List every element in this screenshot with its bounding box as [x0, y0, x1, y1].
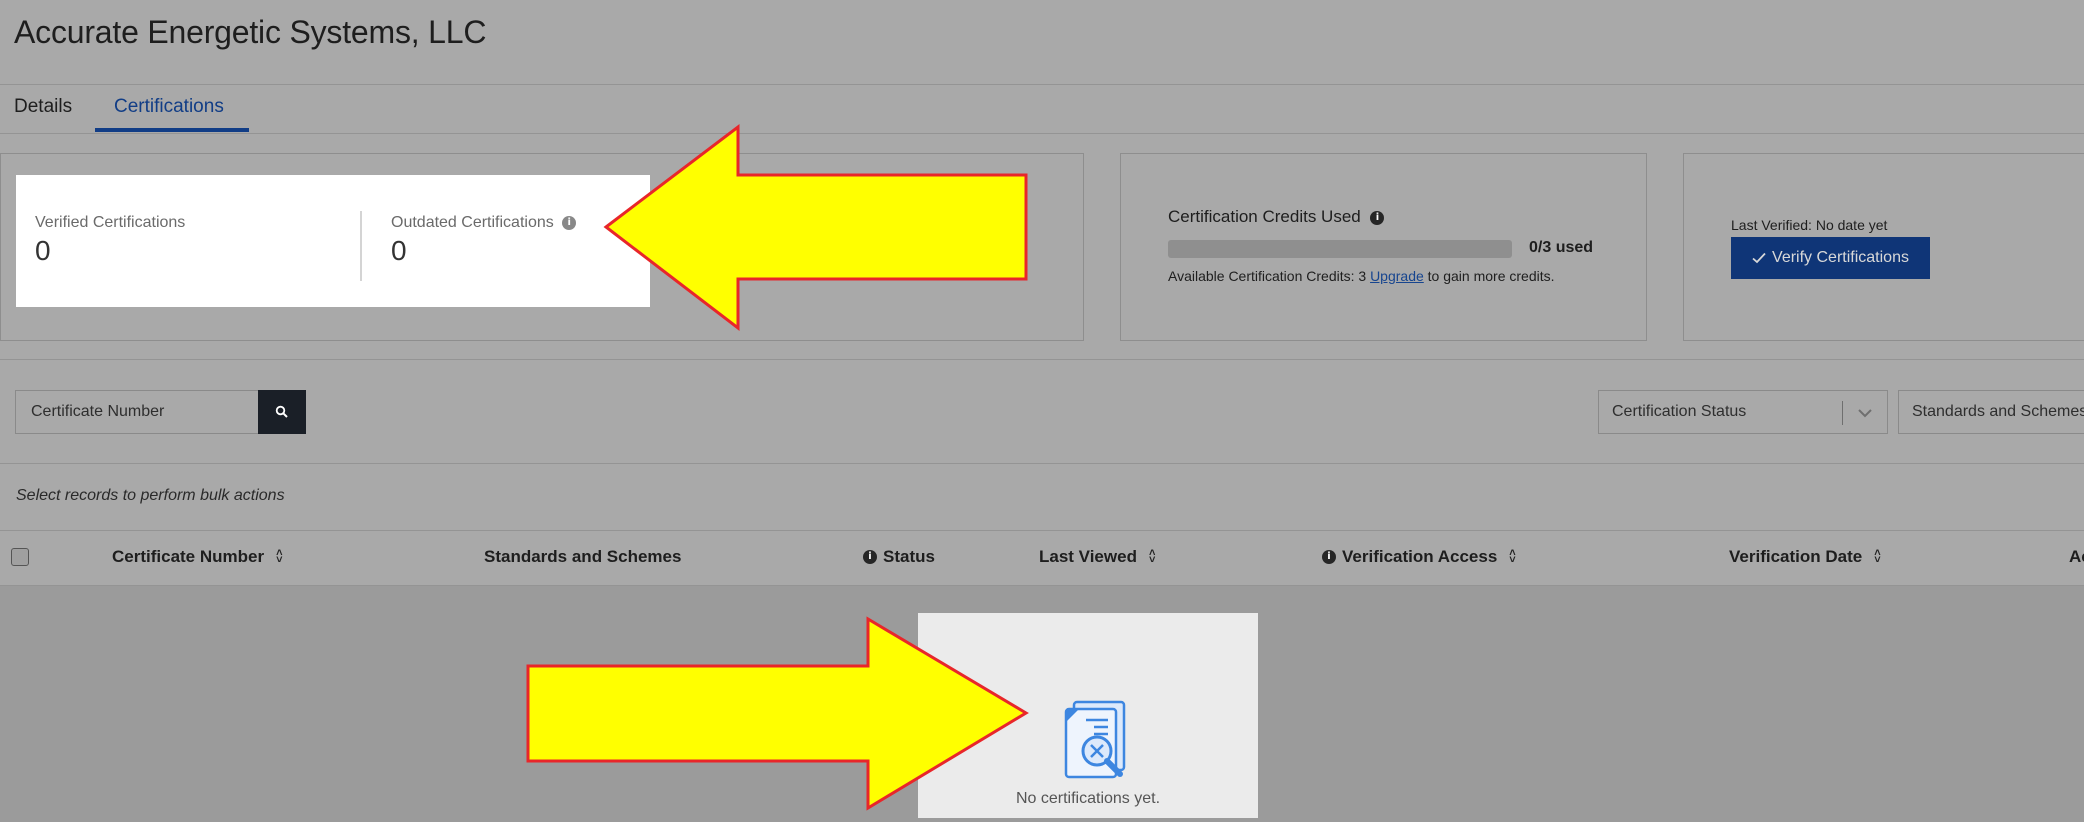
annotation-arrows	[526, 123, 1029, 811]
right-pointing-arrow	[526, 616, 1029, 811]
left-pointing-arrow	[603, 123, 1028, 332]
